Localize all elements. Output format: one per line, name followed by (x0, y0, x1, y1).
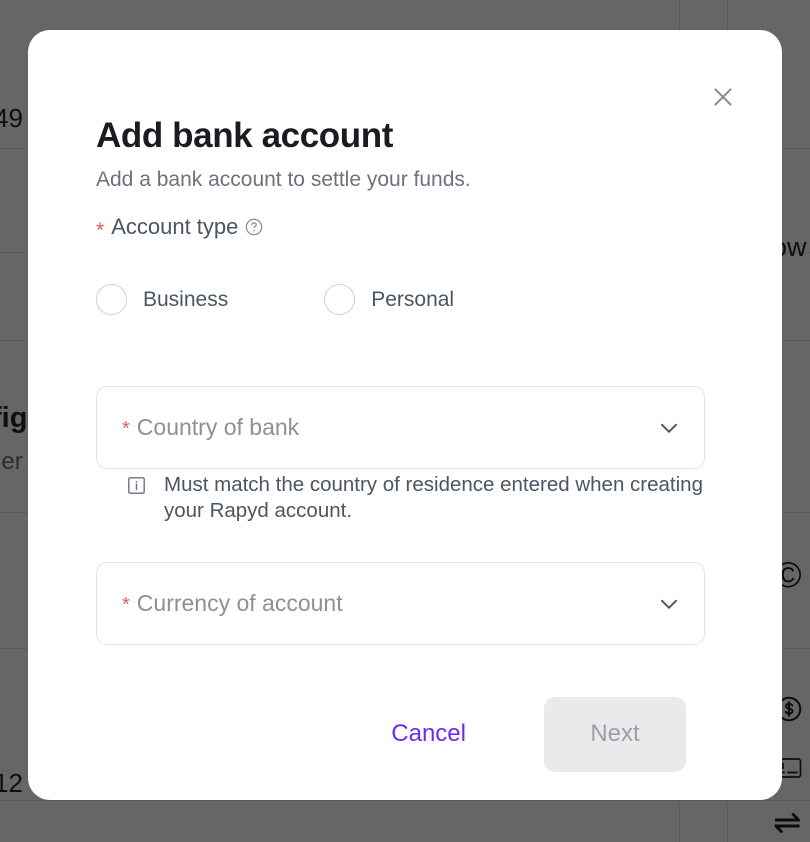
country-of-bank-select[interactable]: * Country of bank (96, 386, 705, 469)
required-asterisk: * (96, 218, 105, 242)
add-bank-account-dialog: Add bank account Add a bank account to s… (28, 30, 782, 800)
dialog-subtitle: Add a bank account to settle your funds. (96, 168, 471, 191)
dialog-title: Add bank account (96, 116, 393, 155)
required-asterisk: * (122, 418, 130, 440)
close-icon[interactable] (706, 80, 740, 114)
radio-option-personal[interactable]: Personal (324, 284, 454, 315)
required-asterisk: * (122, 594, 130, 616)
radio-label-business: Business (143, 287, 229, 311)
radio-circle-icon[interactable] (324, 284, 356, 315)
account-type-label-text: Account type (111, 214, 239, 239)
next-button[interactable]: Next (544, 696, 686, 772)
currency-of-account-placeholder: Currency of account (136, 590, 343, 616)
account-type-radio-group: Business Personal (96, 284, 454, 315)
currency-of-account-select[interactable]: * Currency of account (96, 562, 705, 645)
chevron-down-icon[interactable] (656, 591, 682, 617)
question-circle-icon[interactable] (244, 217, 264, 237)
account-type-label: * Account type (96, 214, 264, 242)
radio-label-personal: Personal (371, 287, 455, 311)
country-helper-message: Must match the country of residence ente… (164, 473, 703, 522)
info-square-icon (126, 475, 147, 496)
chevron-down-icon[interactable] (656, 415, 682, 441)
dialog-footer: Cancel Next (96, 690, 686, 778)
radio-circle-icon[interactable] (96, 284, 127, 315)
country-helper-text: Must match the country of residence ente… (126, 472, 706, 523)
country-of-bank-placeholder: Country of bank (136, 414, 300, 440)
cancel-button[interactable]: Cancel (375, 710, 482, 758)
radio-option-business[interactable]: Business (96, 284, 228, 315)
